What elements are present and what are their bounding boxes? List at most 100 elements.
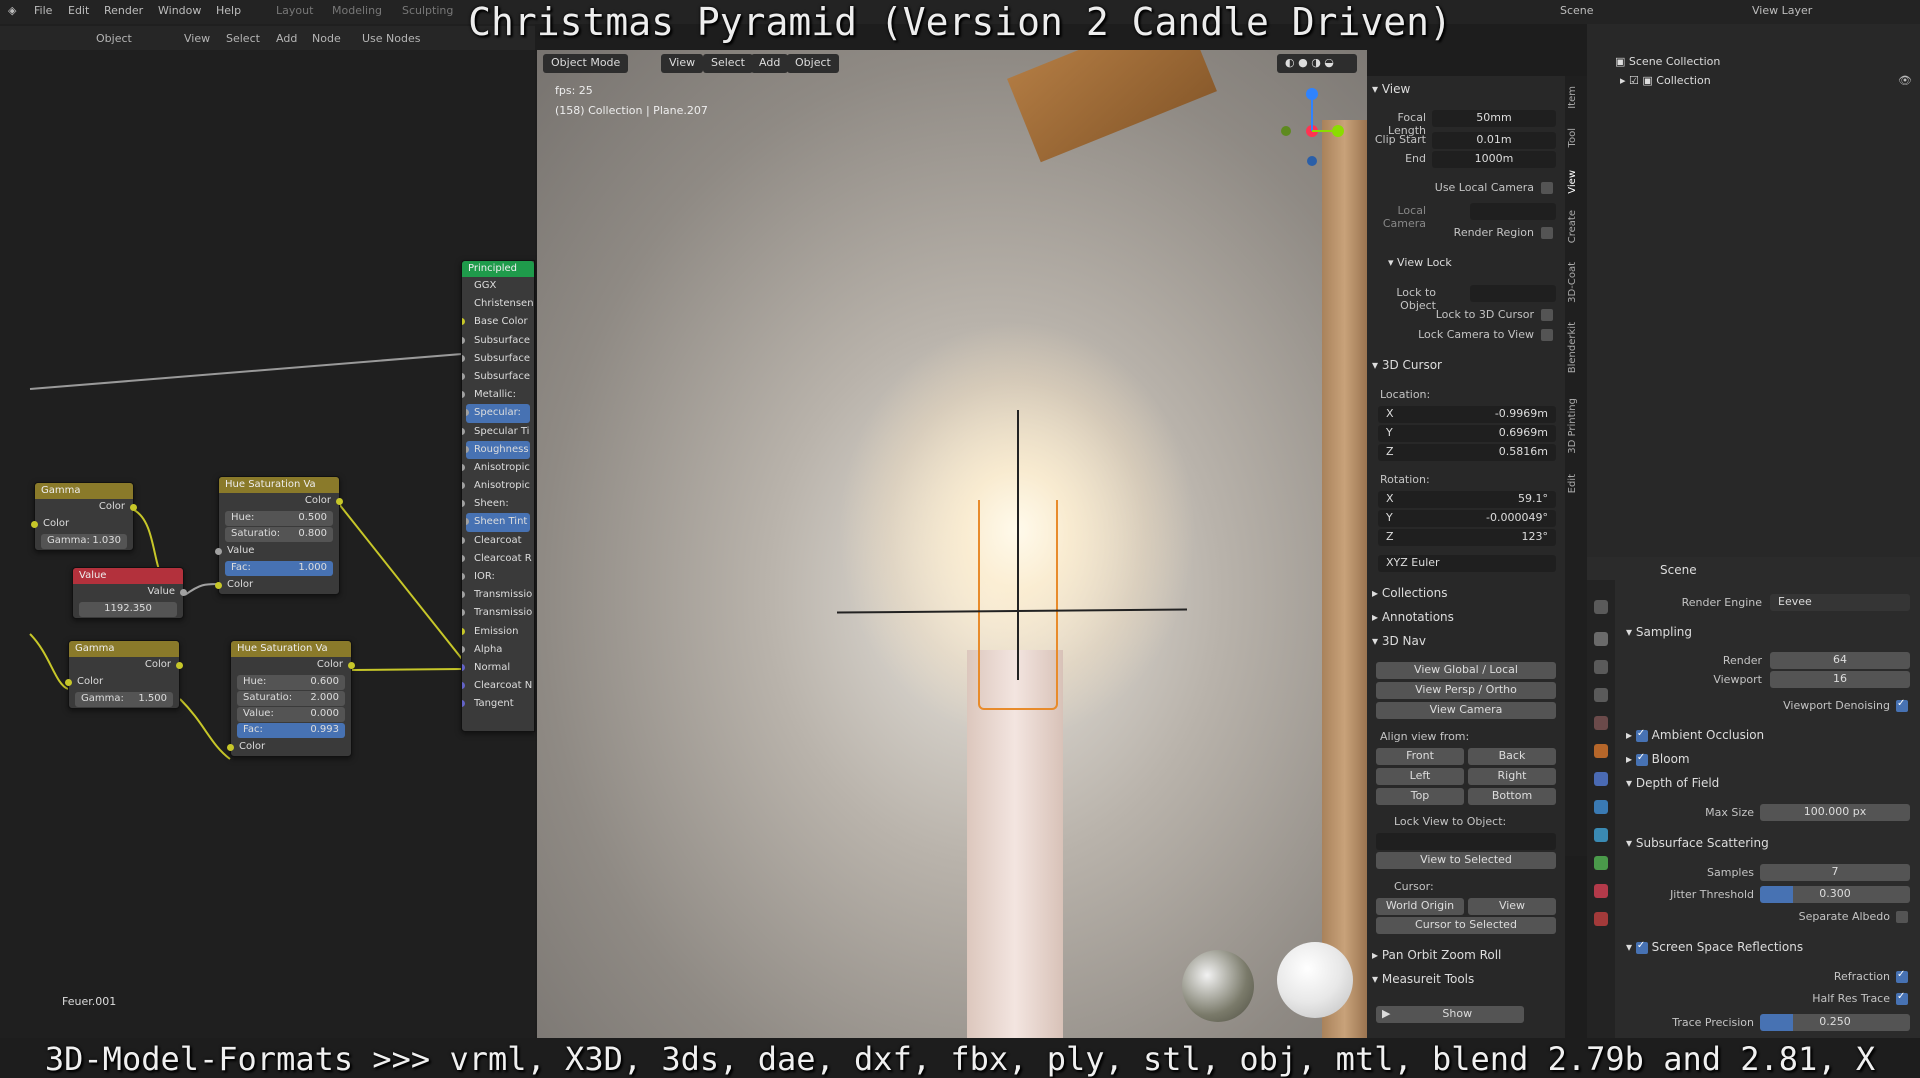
input-socket[interactable]: [462, 554, 465, 562]
tab-3d-printing[interactable]: 3D Printing: [1567, 398, 1585, 454]
principled-input-row[interactable]: Emission: [462, 623, 534, 641]
scene-tab-icon[interactable]: [1594, 716, 1608, 730]
tab-create[interactable]: Create: [1567, 210, 1585, 243]
section-sampling[interactable]: ▾ Sampling: [1626, 625, 1692, 639]
render-tab-icon[interactable]: [1594, 632, 1608, 646]
rotation-mode-dropdown[interactable]: XYZ Euler: [1378, 555, 1556, 572]
tab-edit[interactable]: Edit: [1567, 474, 1585, 493]
view-camera-button[interactable]: View Camera: [1376, 702, 1556, 719]
tab-blenderkit[interactable]: Blenderkit: [1567, 322, 1585, 373]
checkbox-icon[interactable]: ☑: [1629, 74, 1642, 87]
cursor-to-selected-button[interactable]: Cursor to Selected: [1376, 917, 1556, 934]
input-socket[interactable]: [462, 700, 465, 708]
input-socket[interactable]: [466, 409, 469, 417]
input-socket[interactable]: [462, 682, 465, 690]
blender-logo-icon[interactable]: ◈: [8, 4, 16, 17]
cursor-location-x[interactable]: X -0.9969m: [1378, 406, 1556, 423]
input-socket[interactable]: [462, 318, 465, 326]
cursor-location-z[interactable]: Z 0.5816m: [1378, 444, 1556, 461]
cursor-rotation-x[interactable]: X 59.1°: [1378, 491, 1556, 508]
lock-to-object-field[interactable]: [1470, 285, 1556, 302]
viewport-denoising-checkbox[interactable]: [1896, 698, 1908, 712]
principled-input-row[interactable]: Transmissio: [462, 604, 534, 622]
principled-input-row[interactable]: Sheen:: [462, 495, 534, 513]
menu-help[interactable]: Help: [216, 4, 241, 17]
view-persp-ortho-button[interactable]: View Persp / Ortho: [1376, 682, 1556, 699]
max-size-field[interactable]: 100.000 px: [1760, 804, 1910, 821]
gamma-node-2[interactable]: Gamma Color Color Gamma: 1.500: [65, 640, 183, 709]
gamma-field[interactable]: Gamma: 1.500: [75, 692, 173, 707]
output-tab-icon[interactable]: [1594, 660, 1608, 674]
menu-file[interactable]: File: [34, 4, 52, 17]
eye-icon[interactable]: 👁: [1898, 74, 1912, 87]
principled-input-row[interactable]: Anisotropic: [462, 459, 534, 477]
tool-tab-icon[interactable]: [1594, 600, 1608, 614]
render-engine-dropdown[interactable]: Eevee: [1770, 594, 1910, 611]
modifier-tab-icon[interactable]: [1594, 772, 1608, 786]
view-layer-tab-icon[interactable]: [1594, 688, 1608, 702]
view-to-selected-button[interactable]: View to Selected: [1376, 852, 1556, 869]
value-field[interactable]: Value: 0.000: [237, 707, 345, 722]
tab-tool[interactable]: Tool: [1567, 128, 1585, 147]
tab-modeling[interactable]: Modeling: [332, 4, 382, 17]
fac-field[interactable]: Fac: 1.000: [225, 561, 333, 576]
principled-input-row[interactable]: Sheen Tint: [466, 513, 530, 532]
input-socket[interactable]: [462, 482, 465, 490]
material-tab-icon[interactable]: [1594, 884, 1608, 898]
render-samples-field[interactable]: 64: [1770, 652, 1910, 669]
navigation-gizmo[interactable]: [1272, 86, 1352, 176]
input-socket[interactable]: [466, 518, 469, 526]
input-socket[interactable]: [462, 609, 465, 617]
view-global-local-button[interactable]: View Global / Local: [1376, 662, 1556, 679]
particles-tab-icon[interactable]: [1594, 800, 1608, 814]
use-local-camera-checkbox[interactable]: [1541, 182, 1553, 194]
input-socket[interactable]: [462, 536, 465, 544]
principled-input-row[interactable]: GGX: [462, 277, 534, 295]
input-socket[interactable]: [462, 573, 465, 580]
saturation-field[interactable]: Saturatio: 0.800: [225, 527, 333, 542]
principled-input-row[interactable]: Anisotropic: [462, 477, 534, 495]
principled-input-row[interactable]: Specular:: [466, 404, 530, 423]
gamma-node-1[interactable]: Gamma Color Color Gamma: 1.030: [31, 482, 137, 551]
section-screen-space-reflections[interactable]: ▾ Screen Space Reflections: [1626, 940, 1803, 955]
jitter-threshold-slider[interactable]: 0.300: [1760, 886, 1910, 903]
section-collections[interactable]: ▸ Collections: [1372, 586, 1447, 600]
principled-input-row[interactable]: Subsurface: [462, 350, 534, 368]
principled-bsdf-node[interactable]: Principled GGX Christensen Base Color Subsu…: [461, 260, 535, 732]
texture-tab-icon[interactable]: [1594, 912, 1608, 926]
input-socket[interactable]: [462, 354, 465, 362]
input-socket[interactable]: [466, 445, 469, 453]
ssr-checkbox[interactable]: [1635, 940, 1648, 954]
viewport-menu-object[interactable]: Object: [787, 54, 839, 73]
saturation-field[interactable]: Saturatio: 2.000: [237, 691, 345, 706]
principled-input-row[interactable]: Metallic:: [462, 386, 534, 404]
principled-input-row[interactable]: Subsurface: [462, 368, 534, 386]
local-camera-field[interactable]: [1470, 203, 1556, 220]
3d-viewport[interactable]: fps: 25 (158) Collection | Plane.207: [537, 50, 1367, 1038]
focal-length-field[interactable]: 50mm: [1432, 110, 1556, 127]
input-socket[interactable]: [462, 427, 465, 435]
expand-icon[interactable]: ▸: [1620, 74, 1629, 87]
principled-input-row[interactable]: Tangent: [462, 695, 534, 713]
section-3d-cursor[interactable]: ▾ 3D Cursor: [1372, 358, 1442, 372]
section-pan-orbit[interactable]: ▸ Pan Orbit Zoom Roll: [1372, 948, 1501, 962]
principled-input-row[interactable]: Christensen: [462, 295, 534, 313]
input-socket[interactable]: [462, 591, 465, 599]
input-socket[interactable]: [462, 336, 465, 344]
principled-input-row[interactable]: Specular Ti: [462, 423, 534, 441]
ambient-occlusion-checkbox[interactable]: [1635, 728, 1648, 742]
sss-samples-field[interactable]: 7: [1760, 864, 1910, 881]
cursor-location-y[interactable]: Y 0.6969m: [1378, 425, 1556, 442]
clip-end-field[interactable]: 1000m: [1432, 151, 1556, 168]
render-region-checkbox[interactable]: [1541, 227, 1553, 239]
input-socket[interactable]: [462, 372, 465, 380]
object-mode-dropdown[interactable]: Object Mode: [543, 54, 629, 73]
bloom-checkbox[interactable]: [1635, 752, 1648, 766]
measureit-show-button[interactable]: ▶ Show: [1376, 1006, 1524, 1023]
cursor-rotation-y[interactable]: Y -0.000049°: [1378, 510, 1556, 527]
menu-window[interactable]: Window: [158, 4, 201, 17]
principled-input-row[interactable]: Base Color: [462, 313, 534, 331]
separate-albedo-checkbox[interactable]: [1896, 911, 1908, 923]
menu-edit[interactable]: Edit: [68, 4, 89, 17]
view-layer-selector[interactable]: View Layer: [1752, 4, 1812, 17]
